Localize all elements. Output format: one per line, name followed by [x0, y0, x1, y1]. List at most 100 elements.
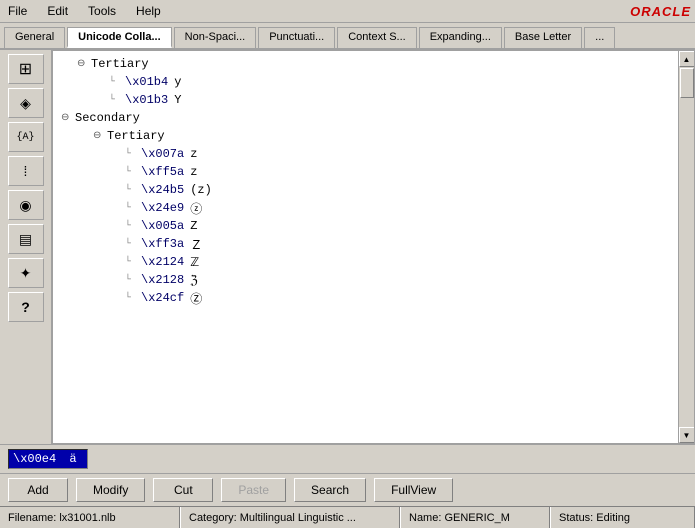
leaf-icon-ff3a: └ [125, 239, 137, 250]
list-icon: ▤ [19, 231, 32, 248]
menubar: File Edit Tools Help ORACLE [0, 0, 695, 23]
tree-node-secondary[interactable]: ⊖ Secondary [61, 109, 670, 127]
menubar-left: File Edit Tools Help [4, 2, 165, 20]
dots-icon: ⁞ [24, 163, 28, 179]
paste-button[interactable]: Paste [221, 478, 286, 502]
node-char-005a: Z [190, 219, 197, 233]
tab-punctuati[interactable]: Punctuati... [258, 27, 335, 48]
status-category: Category: Multilingual Linguistic ... [180, 507, 400, 528]
sidebar-btn-diamond[interactable]: ◈ [8, 88, 44, 118]
tab-non-spaci[interactable]: Non-Spaci... [174, 27, 257, 48]
status-filename: Filename: lx31001.nlb [0, 507, 180, 528]
node-char-24cf: Ⓩ [190, 290, 202, 307]
node-code-007a: \x007a [141, 147, 184, 161]
tree-node-24e9[interactable]: └ \x24e9 ⓩ [61, 199, 670, 217]
tree-node-2128[interactable]: └ \x2128 ℨ [61, 271, 670, 289]
node-code-005a: \x005a [141, 219, 184, 233]
node-label: Tertiary [91, 57, 149, 71]
tree-node-007a[interactable]: └ \x007a z [61, 145, 670, 163]
tree-content[interactable]: ⊖ Tertiary └ \x01b4 y └ \x01b3 Y ⊖ Secon… [53, 51, 678, 443]
leaf-icon: └ [109, 77, 121, 88]
node-char-24b5: (z) [190, 183, 212, 197]
sidebar-btn-add[interactable]: ✦ [8, 258, 44, 288]
tree-node-ff5a[interactable]: └ \xff5a z [61, 163, 670, 181]
tree-node-ff3a[interactable]: └ \xff3a Ｚ [61, 235, 670, 253]
leaf-icon-24b5: └ [125, 185, 137, 196]
node-char-2124: ℤ [190, 255, 199, 270]
help-icon: ? [21, 299, 30, 315]
cut-button[interactable]: Cut [153, 478, 213, 502]
button-bar: Add Modify Cut Paste Search FullView [0, 474, 695, 506]
scroll-up-arrow[interactable]: ▲ [679, 51, 695, 67]
tree-node-tertiary-top[interactable]: ⊖ Tertiary [61, 55, 670, 73]
leaf-icon-007a: └ [125, 149, 137, 160]
tab-more[interactable]: ... [584, 27, 615, 48]
char-value: ä [69, 452, 76, 466]
node-label-tertiary-inner: Tertiary [107, 129, 165, 143]
node-code-ff5a: \xff5a [141, 165, 184, 179]
main-layout: ⊞ ◈ {A} ⁞ ◉ ▤ ✦ ? ⊖ Tertiary [0, 50, 695, 444]
tree-node-01b4[interactable]: └ \x01b4 y [61, 73, 670, 91]
tab-context-s[interactable]: Context S... [337, 27, 416, 48]
leaf-icon-24cf: └ [125, 293, 137, 304]
menu-edit[interactable]: Edit [43, 2, 72, 20]
node-char-24e9: ⓩ [190, 200, 202, 217]
node-code-ff3a: \xff3a [141, 237, 184, 251]
format-icon: {A} [16, 132, 34, 143]
search-button[interactable]: Search [294, 478, 366, 502]
sidebar: ⊞ ◈ {A} ⁞ ◉ ▤ ✦ ? [0, 50, 52, 444]
sidebar-btn-circle[interactable]: ◉ [8, 190, 44, 220]
diamond-icon: ◈ [20, 95, 31, 112]
tab-general[interactable]: General [4, 27, 65, 48]
sidebar-btn-list[interactable]: ▤ [8, 224, 44, 254]
sidebar-btn-dots[interactable]: ⁞ [8, 156, 44, 186]
node-code-01b3: \x01b3 [125, 93, 168, 107]
tab-expanding[interactable]: Expanding... [419, 27, 502, 48]
scroll-thumb[interactable] [680, 68, 694, 98]
tree-node-tertiary-inner[interactable]: ⊖ Tertiary [61, 127, 670, 145]
tree-node-01b3[interactable]: └ \x01b3 Y [61, 91, 670, 109]
tabs-container: General Unicode Colla... Non-Spaci... Pu… [0, 23, 695, 50]
node-label-secondary: Secondary [75, 111, 140, 125]
tab-base-letter[interactable]: Base Letter [504, 27, 582, 48]
tree-node-2124[interactable]: └ \x2124 ℤ [61, 253, 670, 271]
node-char-ff3a: Ｚ [190, 236, 202, 253]
fullview-button[interactable]: FullView [374, 478, 453, 502]
menu-file[interactable]: File [4, 2, 31, 20]
node-char-2128: ℨ [190, 273, 197, 288]
node-code-24cf: \x24cf [141, 291, 184, 305]
tree-node-24b5[interactable]: └ \x24b5 (z) [61, 181, 670, 199]
leaf-icon-005a: └ [125, 221, 137, 232]
node-char-007a: z [190, 147, 197, 161]
grid-icon: ⊞ [19, 59, 32, 79]
sidebar-btn-format[interactable]: {A} [8, 122, 44, 152]
tree-node-24cf[interactable]: └ \x24cf Ⓩ [61, 289, 670, 307]
node-char-01b3: Y [174, 93, 181, 107]
node-code-01b4: \x01b4 [125, 75, 168, 89]
node-code-24e9: \x24e9 [141, 201, 184, 215]
tree-node-005a[interactable]: └ \x005a Z [61, 217, 670, 235]
node-char-ff5a: z [190, 165, 197, 179]
collapse-icon: ⊖ [77, 58, 89, 70]
scrollbar-track: ▲ ▼ [678, 51, 694, 443]
plus-icon: ✦ [20, 265, 32, 282]
tree-area: ⊖ Tertiary └ \x01b4 y └ \x01b3 Y ⊖ Secon… [52, 50, 695, 444]
tab-unicode-colla[interactable]: Unicode Colla... [67, 27, 172, 48]
oracle-logo: ORACLE [630, 4, 691, 19]
status-name: Name: GENERIC_M [400, 507, 550, 528]
leaf-icon-2124: └ [125, 257, 137, 268]
leaf-icon-24e9: └ [125, 203, 137, 214]
add-button[interactable]: Add [8, 478, 68, 502]
sidebar-btn-grid[interactable]: ⊞ [8, 54, 44, 84]
menu-tools[interactable]: Tools [84, 2, 120, 20]
node-char-01b4: y [174, 75, 181, 89]
menu-help[interactable]: Help [132, 2, 165, 20]
scroll-down-arrow[interactable]: ▼ [679, 427, 695, 443]
modify-button[interactable]: Modify [76, 478, 145, 502]
code-value: \x00e4 [13, 452, 56, 466]
node-code-24b5: \x24b5 [141, 183, 184, 197]
leaf-icon-01b3: └ [109, 95, 121, 106]
leaf-icon-ff5a: └ [125, 167, 137, 178]
code-input-field[interactable]: \x00e4 ä [8, 449, 88, 469]
sidebar-btn-help[interactable]: ? [8, 292, 44, 322]
